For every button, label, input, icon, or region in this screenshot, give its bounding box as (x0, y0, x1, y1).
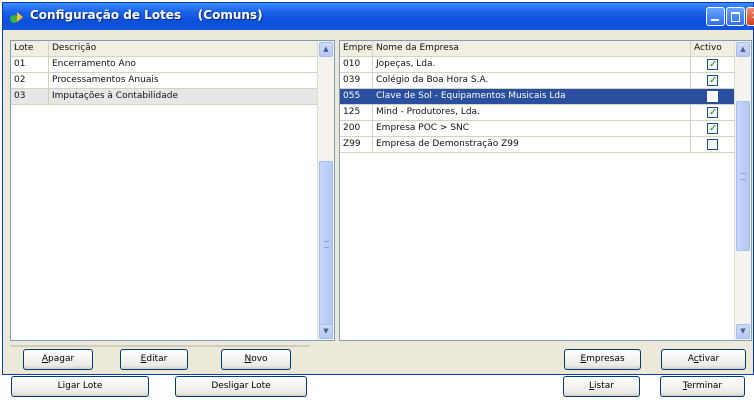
title-bar[interactable]: Configuração de Lotes (Comuns) (3, 3, 754, 30)
activo-checkbox[interactable] (707, 105, 718, 120)
empresa-code: 055 (340, 89, 373, 104)
desligar-lote-button[interactable]: Desligar Lote (175, 376, 307, 397)
activo-checkbox[interactable] (707, 73, 718, 88)
empresas-scrollbar[interactable]: ▲ ▼ (734, 41, 751, 340)
empresa-row[interactable]: 200 Empresa POC > SNC (340, 121, 736, 137)
empresa-name: Clave de Sol - Equipamentos Musicais Lda (373, 89, 691, 104)
empresa-code: 039 (340, 73, 373, 88)
button-panel-left (10, 345, 310, 347)
empresas-grid[interactable]: Empresa Nome da Empresa Activo 010 Jopeç… (339, 40, 752, 341)
scroll-down-icon[interactable]: ▼ (736, 324, 750, 339)
activo-cell (691, 89, 736, 104)
empresa-code: 200 (340, 121, 373, 136)
empresa-row[interactable]: Z99 Empresa de Demonstração Z99 (340, 137, 736, 153)
scroll-thumb[interactable] (319, 161, 333, 326)
activo-checkbox[interactable] (707, 57, 718, 72)
lote-code: 02 (11, 73, 49, 88)
column-header-nome[interactable]: Nome da Empresa (373, 41, 691, 56)
activo-cell (691, 57, 736, 72)
novo-button[interactable]: Novo (221, 349, 291, 370)
lote-code: 03 (11, 89, 49, 104)
empresa-name: Jopeças, Lda. (373, 57, 691, 72)
activo-cell (691, 121, 736, 136)
column-header-lote[interactable]: Lote (11, 41, 49, 56)
lote-description: Encerramento Ano (49, 57, 319, 72)
empresa-code: 010 (340, 57, 373, 72)
scroll-thumb[interactable] (736, 101, 750, 251)
activo-cell (691, 137, 736, 152)
column-header-descricao[interactable]: Descrição (49, 41, 319, 56)
lote-row[interactable]: 02 Processamentos Anuais (11, 73, 319, 89)
terminar-button[interactable]: Terminar (660, 376, 745, 397)
column-header-activo[interactable]: Activo (691, 41, 736, 56)
empresa-row-selected[interactable]: 055 Clave de Sol - Equipamentos Musicais… (340, 89, 736, 105)
lote-description: Processamentos Anuais (49, 73, 319, 88)
empresa-row[interactable]: 039 Colégio da Boa Hora S.A. (340, 73, 736, 89)
empresa-code: 125 (340, 105, 373, 120)
lote-row[interactable]: 01 Encerramento Ano (11, 57, 319, 73)
empresa-code: Z99 (340, 137, 373, 152)
maximize-button[interactable] (726, 7, 745, 26)
lotes-config-window: Configuração de Lotes (Comuns) Lote Desc… (2, 2, 754, 375)
close-button[interactable] (746, 7, 754, 26)
activar-button[interactable]: Activar (661, 349, 746, 370)
scroll-up-icon[interactable]: ▲ (736, 42, 750, 57)
scroll-down-icon[interactable]: ▼ (319, 324, 333, 339)
lotes-icon (10, 12, 23, 23)
editar-button[interactable]: Editar (120, 349, 188, 370)
lote-row-selected[interactable]: 03 Imputações à Contabilidade (11, 89, 319, 105)
empresa-name: Empresa POC > SNC (373, 121, 691, 136)
lotes-header-row: Lote Descrição (11, 41, 319, 57)
empresas-header-row: Empresa Nome da Empresa Activo (340, 41, 736, 57)
lotes-grid[interactable]: Lote Descrição 01 Encerramento Ano 02 Pr… (10, 40, 335, 341)
ligar-lote-button[interactable]: Ligar Lote (11, 376, 149, 397)
empresa-name: Colégio da Boa Hora S.A. (373, 73, 691, 88)
activo-checkbox[interactable] (707, 91, 718, 102)
empresa-name: Mind - Produtores, Lda. (373, 105, 691, 120)
activo-cell (691, 105, 736, 120)
lote-code: 01 (11, 57, 49, 72)
lotes-scrollbar[interactable]: ▲ ▼ (317, 41, 334, 340)
column-header-empresa[interactable]: Empresa (340, 41, 373, 56)
empresas-button[interactable]: Empresas (564, 349, 641, 370)
lote-description: Imputações à Contabilidade (49, 89, 319, 104)
apagar-button[interactable]: Apagar (23, 349, 93, 370)
activo-checkbox[interactable] (707, 139, 718, 150)
activo-checkbox[interactable] (707, 121, 718, 136)
empresa-row[interactable]: 010 Jopeças, Lda. (340, 57, 736, 73)
window-title: Configuração de Lotes (Comuns) (30, 8, 263, 22)
minimize-button[interactable] (706, 7, 725, 26)
activo-cell (691, 73, 736, 88)
listar-button[interactable]: Listar (563, 376, 640, 397)
empresa-name: Empresa de Demonstração Z99 (373, 137, 691, 152)
scroll-up-icon[interactable]: ▲ (319, 42, 333, 57)
empresa-row[interactable]: 125 Mind - Produtores, Lda. (340, 105, 736, 121)
